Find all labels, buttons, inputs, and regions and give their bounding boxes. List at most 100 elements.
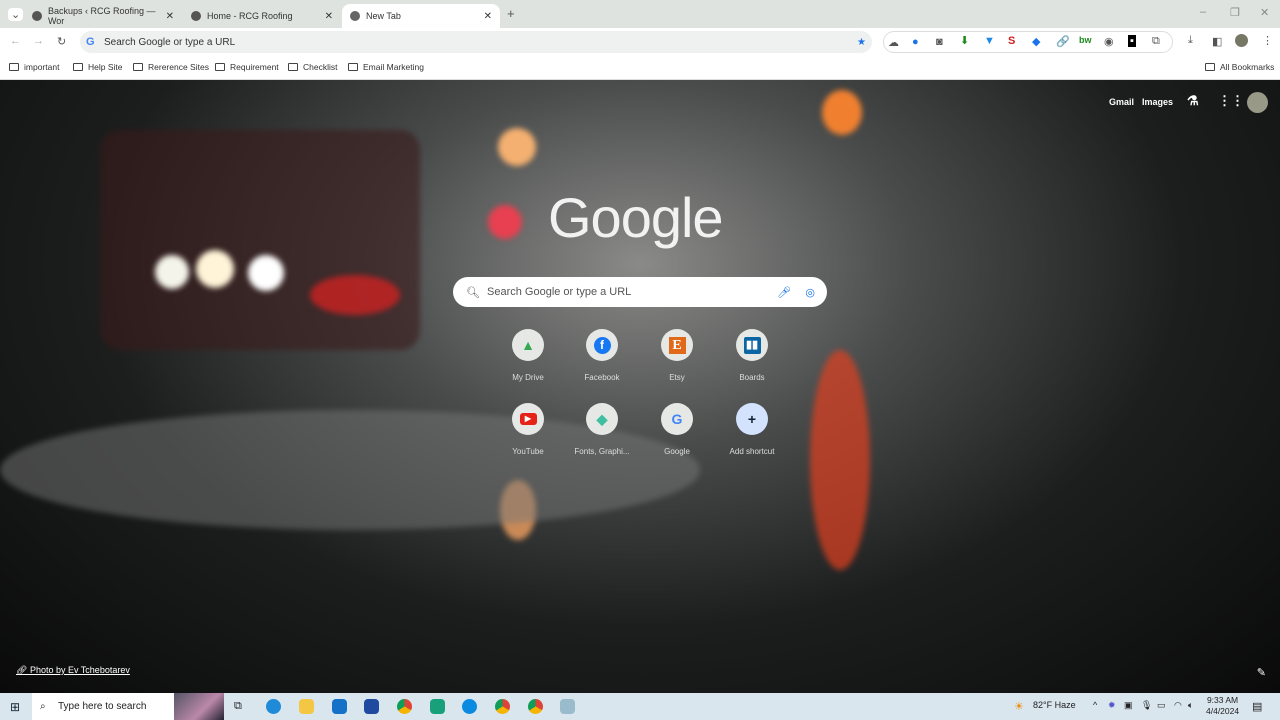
- volume-icon[interactable]: 🔈︎: [1188, 700, 1193, 711]
- tray-gear-icon[interactable]: ✹: [1108, 700, 1116, 711]
- ntp-search-box[interactable]: 🔍︎ Search Google or type a URL 🎤︎ ◎: [453, 277, 827, 307]
- extension-cloud-icon[interactable]: ☁: [888, 36, 899, 49]
- omnibox[interactable]: G Search Google or type a URL ★: [80, 31, 872, 53]
- task-view-icon[interactable]: ⧉: [234, 700, 242, 713]
- reload-button[interactable]: ↻: [57, 35, 66, 48]
- file-explorer-icon[interactable]: [299, 699, 314, 714]
- link-icon: 🔗︎: [16, 665, 30, 675]
- extension-ai-icon[interactable]: ◉: [1104, 35, 1114, 48]
- edge-icon[interactable]: [266, 699, 281, 714]
- extension-paint-icon[interactable]: ◆: [1032, 35, 1040, 48]
- all-bookmarks[interactable]: All Bookmarks: [1205, 62, 1274, 72]
- notifications-icon[interactable]: ▤: [1252, 700, 1262, 713]
- customize-pencil-icon[interactable]: ✎: [1257, 666, 1266, 679]
- extensions-puzzle-icon[interactable]: ⧉: [1152, 35, 1160, 48]
- bookmark-folder-email-marketing[interactable]: Email Marketing: [348, 62, 424, 72]
- gmail-link[interactable]: Gmail: [1109, 97, 1134, 107]
- search-placeholder: Search Google or type a URL: [487, 286, 632, 298]
- close-tab-icon[interactable]: ✕: [484, 11, 492, 22]
- extension-bw-icon[interactable]: bw: [1079, 35, 1092, 45]
- bookmark-folder-help-site[interactable]: Help Site: [73, 62, 123, 72]
- lens-search-icon[interactable]: ◎: [805, 286, 815, 299]
- clock-date: 4/4/2024: [1206, 706, 1240, 716]
- clock[interactable]: 9:33 AM 4/4/2024: [1206, 695, 1239, 717]
- battery-icon[interactable]: ▭: [1157, 700, 1166, 711]
- windows-start-icon[interactable]: ⊞: [10, 700, 20, 714]
- wifi-icon[interactable]: ◠: [1174, 700, 1182, 711]
- chrome-icon: [350, 11, 360, 21]
- minimize-button[interactable]: –: [1200, 6, 1206, 18]
- bookmark-folder-reference-sites[interactable]: Rererence Sites: [133, 62, 209, 72]
- menu-icon[interactable]: ⋮: [1262, 34, 1273, 47]
- downloads-icon[interactable]: ⤓: [1188, 34, 1193, 47]
- photo-credit-link[interactable]: 🔗︎ Photo by Ev Tchebotarev: [16, 665, 130, 676]
- tab-backups[interactable]: Backups ‹ RCG Roofing — Wor ✕: [24, 4, 182, 28]
- bookmark-star-icon[interactable]: ★: [857, 37, 866, 48]
- shortcut-label: Google: [664, 447, 690, 456]
- background-photo: [155, 255, 189, 289]
- shortcut-boards[interactable]: ▮▮ Boards: [715, 329, 789, 382]
- bookmarks-bar: important Help Site Rererence Sites Requ…: [0, 56, 1280, 80]
- extension-download-icon[interactable]: ⬇: [960, 34, 969, 47]
- bookmark-folder-checklist[interactable]: Checklist: [288, 62, 337, 72]
- chrome-icon[interactable]: [397, 699, 412, 714]
- side-panel-icon[interactable]: ◧: [1212, 35, 1222, 48]
- bookmark-folder-important[interactable]: important: [9, 62, 59, 72]
- mail-icon[interactable]: [332, 699, 347, 714]
- chrome-profile-icon[interactable]: [528, 699, 543, 714]
- tab-search-button[interactable]: ⌄: [8, 8, 24, 21]
- add-shortcut-button[interactable]: + Add shortcut: [715, 403, 789, 456]
- extension-s-icon[interactable]: S: [1008, 35, 1015, 47]
- background-photo: [248, 255, 284, 291]
- close-window-button[interactable]: ✕: [1260, 6, 1269, 19]
- chrome-profile-icon[interactable]: [495, 699, 510, 714]
- trello-icon: ▮▮: [736, 329, 768, 361]
- close-tab-icon[interactable]: ✕: [166, 11, 174, 22]
- shortcut-youtube[interactable]: ▶ YouTube: [491, 403, 565, 456]
- bookmark-label: Checklist: [303, 62, 338, 72]
- extension-arrow-icon[interactable]: ▼: [984, 35, 995, 47]
- weather-text[interactable]: 82°F Haze: [1033, 700, 1076, 710]
- forward-button[interactable]: →: [33, 35, 44, 47]
- skype-icon[interactable]: [462, 699, 477, 714]
- shortcut-google[interactable]: G Google: [640, 403, 714, 456]
- shortcut-my-drive[interactable]: ▲ My Drive: [491, 329, 565, 382]
- bookmark-folder-requirement[interactable]: Requirement: [215, 62, 279, 72]
- extension-link-icon[interactable]: 🔗: [1056, 35, 1070, 48]
- back-button[interactable]: ←: [10, 35, 21, 47]
- taskbar-search[interactable]: ⌕ Type here to search: [32, 693, 224, 720]
- voice-search-icon[interactable]: 🎤︎: [777, 286, 791, 299]
- new-tab-button[interactable]: +: [507, 6, 515, 21]
- youtube-icon: ▶: [512, 403, 544, 435]
- show-hidden-icons[interactable]: ^: [1093, 700, 1097, 710]
- weather-icon[interactable]: ☀: [1014, 700, 1024, 713]
- extension-black-icon[interactable]: ▪: [1128, 35, 1136, 47]
- shortcut-facebook[interactable]: f Facebook: [565, 329, 639, 382]
- images-link[interactable]: Images: [1142, 97, 1173, 107]
- google-logo: Google: [548, 186, 724, 249]
- globe-icon: [191, 11, 201, 21]
- apps-grid-icon[interactable]: ⋮⋮: [1218, 93, 1244, 109]
- profile-avatar[interactable]: [1235, 34, 1248, 47]
- scrivener-icon[interactable]: [430, 699, 445, 714]
- google-icon: G: [661, 403, 693, 435]
- extension-check-icon[interactable]: ●: [912, 36, 919, 48]
- account-avatar[interactable]: [1247, 92, 1268, 113]
- close-tab-icon[interactable]: ✕: [325, 11, 333, 22]
- restore-button[interactable]: ❐: [1230, 6, 1240, 19]
- store-icon[interactable]: [364, 699, 379, 714]
- notepad-icon[interactable]: [560, 699, 575, 714]
- background-photo: [810, 350, 870, 570]
- microphone-icon[interactable]: 🎙︎: [1141, 700, 1152, 711]
- shortcut-label: Etsy: [669, 373, 685, 382]
- labs-flask-icon[interactable]: ⚗: [1187, 93, 1199, 109]
- bookmark-label: Requirement: [230, 62, 279, 72]
- tray-meet-icon[interactable]: ▣: [1124, 700, 1133, 711]
- folder-icon: [215, 63, 225, 71]
- shortcut-fonts-graphics[interactable]: ◆ Fonts, Graphi...: [565, 403, 639, 456]
- tab-new-tab[interactable]: New Tab ✕: [342, 4, 500, 28]
- shortcut-etsy[interactable]: E Etsy: [640, 329, 714, 382]
- tab-home[interactable]: Home - RCG Roofing ✕: [183, 4, 341, 28]
- extension-camera-icon[interactable]: ◙: [936, 36, 943, 48]
- background-photo: [488, 205, 522, 239]
